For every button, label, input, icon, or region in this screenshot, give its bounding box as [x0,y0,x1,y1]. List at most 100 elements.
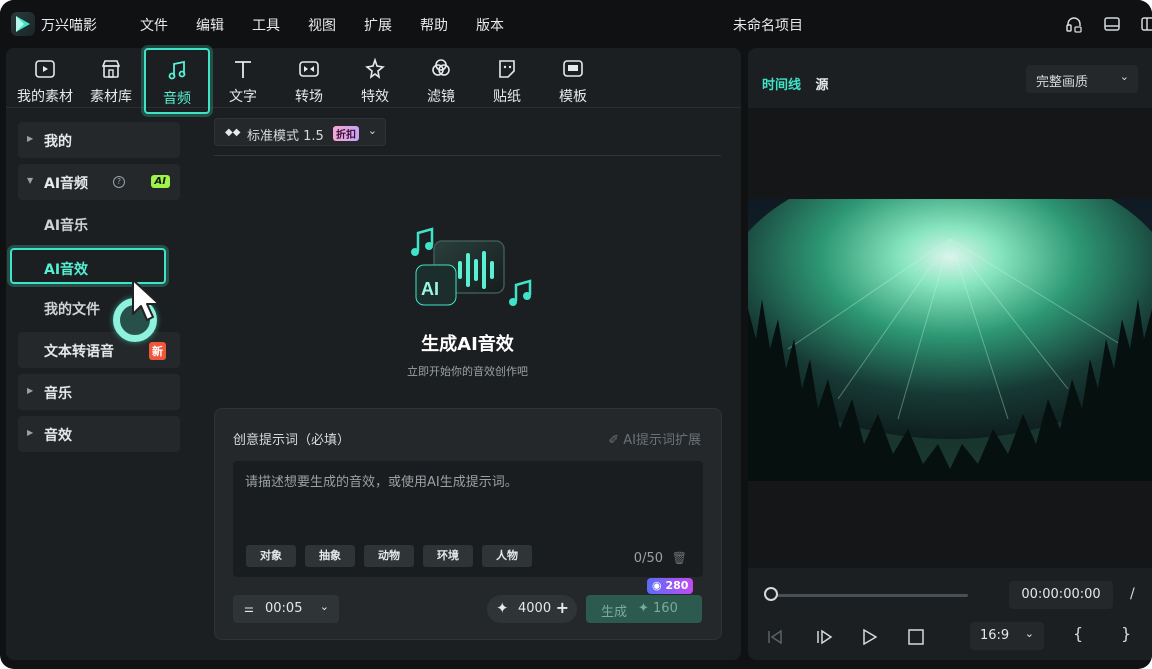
playhead-handle[interactable] [764,587,778,601]
tool-transition[interactable]: 转场 [276,48,342,114]
sidebar-item-music[interactable]: ▶ 音乐 [18,374,180,410]
duration-value: 00:05 [265,601,303,616]
caret-down-icon: ▼ [27,176,34,185]
tab-source[interactable]: 源 [816,78,829,93]
tab-timeline[interactable]: 时间线 [762,78,801,93]
credits-button[interactable]: ✦ 4000 + [487,595,577,623]
hero-title: 生成AI音效 [421,334,514,355]
app-window: 万兴喵影 文件 编辑 工具 视图 扩展 帮助 版本 未命名项目 我的素材 素材库 [0,0,1152,669]
tool-filters[interactable]: 滤镜 [408,48,474,114]
preview-panel: 时间线 源 完整画质 ⌄ 00:00:00:00 / 16:9 ⌄ {} [748,48,1152,660]
mouse-pointer-icon [132,279,160,321]
trash-icon[interactable]: 🗑 [672,551,687,565]
tool-label: 音频 [163,91,191,107]
new-badge: 新 [149,342,166,360]
mark-out-button[interactable]: } [1121,624,1131,643]
model-logo-icon: ◆◆ [225,127,241,138]
quality-dropdown[interactable]: 完整画质 ⌄ [1026,65,1138,93]
project-name: 未命名项目 [733,18,803,34]
ratio-value: 16:9 [980,628,1010,643]
plus-icon: + [555,598,569,617]
tool-effects[interactable]: 特效 [342,48,408,114]
coin-icon: ◉ [652,579,666,592]
tool-label: 转场 [295,89,323,105]
transition-icon [299,61,319,77]
music-note-icon [168,60,186,80]
tool-text[interactable]: 文字 [210,48,276,114]
chip-animal[interactable]: 动物 [364,545,414,567]
tool-my-media[interactable]: 我的素材 [12,48,78,114]
sidebar-item-mine[interactable]: ▶ 我的 [18,122,180,158]
sidebar-item-ai-audio[interactable]: ▼ AI音频 ? AI [18,164,180,200]
chip-object[interactable]: 对象 [246,545,296,567]
menu-edit[interactable]: 编辑 [196,15,224,35]
prompt-extend-label: AI提示词扩展 [623,433,701,448]
prompt-label: 创意提示词（必填） [233,433,351,448]
menu-version[interactable]: 版本 [476,15,504,35]
tool-library[interactable]: 素材库 [78,48,144,114]
cost-badge: ◉ 280 [647,578,694,594]
template-icon [563,60,583,77]
menu-file[interactable]: 文件 [140,15,168,35]
tool-label: 素材库 [90,89,132,105]
chip-environment[interactable]: 环境 [423,545,473,567]
sidebar-item-sfx[interactable]: ▶ 音效 [18,416,180,452]
media-icon [35,60,55,78]
sidebar-item-ai-music[interactable]: AI音乐 [18,206,180,242]
credits-value: 4000 [518,601,552,616]
divider [214,155,721,156]
timecode-separator: / [1130,586,1135,602]
tool-label: 滤镜 [427,89,455,105]
duration-dropdown[interactable]: ⚌ 00:05 ⌄ [233,595,339,623]
panel-icon[interactable] [1140,15,1152,33]
sidebar-item-label: 音效 [44,428,72,444]
menu-tools[interactable]: 工具 [252,15,280,35]
next-frame-icon[interactable] [815,629,833,645]
stop-icon[interactable] [908,629,924,645]
help-icon[interactable]: ? [113,176,125,188]
headphones-icon[interactable] [1065,15,1083,33]
prev-frame-icon[interactable] [766,629,784,645]
chip-abstract[interactable]: 抽象 [305,545,355,567]
ai-prompt-extend-button[interactable]: ✐ AI提示词扩展 [608,429,701,448]
menu-bar: 文件 编辑 工具 视图 扩展 帮助 版本 [140,15,532,35]
play-icon[interactable] [861,629,877,645]
generate-label: 生成 [601,605,628,620]
sidebar-item-label: AI音效 [44,262,89,278]
mark-in-button[interactable]: { [1073,624,1083,643]
timecode-display: 00:00:00:00 [1009,581,1113,609]
app-logo-icon [11,12,35,36]
model-label: 标准模式 1.5 [247,129,324,144]
sidebar-item-label: AI音乐 [44,218,89,234]
tool-templates[interactable]: 模板 [540,48,606,114]
aspect-ratio-dropdown[interactable]: 16:9 ⌄ [970,622,1044,650]
ai-text: AI [421,279,439,299]
sidebar-item-label: AI音频 [44,176,89,192]
generate-cost-value: 160 [653,601,678,616]
preview-tabs: 时间线 源 [762,74,829,93]
sidebar-item-tts[interactable]: 文本转语音 新 [18,332,180,368]
chevron-down-icon: ⌄ [1024,627,1034,640]
menu-help[interactable]: 帮助 [420,15,448,35]
sparkle-icon: ✦ [496,599,509,617]
scrub-track[interactable] [768,594,968,597]
prompt-textarea[interactable]: 请描述想要生成的音效，或使用AI生成提示词。 对象 抽象 动物 环境 人物 0/… [233,461,703,577]
left-panel: 我的素材 素材库 音频 文字 转场 特效 滤镜 贴纸 模板 ▶ 我的 ▼ AI音… [6,48,741,660]
caret-right-icon: ▶ [27,386,34,395]
menu-view[interactable]: 视图 [308,15,336,35]
generate-cost: ✦ 160 [638,601,678,616]
model-selector[interactable]: ◆◆ 标准模式 1.5 折扣 ⌄ [214,118,386,146]
layout-icon[interactable] [1103,15,1121,33]
sidebar-item-label: 音乐 [44,386,72,402]
quality-value: 完整画质 [1036,75,1089,90]
preview-viewer [748,108,1152,568]
app-title: 万兴喵影 [41,18,97,34]
char-count: 0/50 [633,551,663,566]
chip-person[interactable]: 人物 [482,545,532,567]
effects-icon [365,58,385,79]
tool-audio[interactable]: 音频 [144,48,210,114]
generate-button[interactable]: 生成 ✦ 160 [586,595,702,623]
menu-extensions[interactable]: 扩展 [364,15,392,35]
tool-stickers[interactable]: 贴纸 [474,48,540,114]
ai-badge: AI [150,175,170,188]
